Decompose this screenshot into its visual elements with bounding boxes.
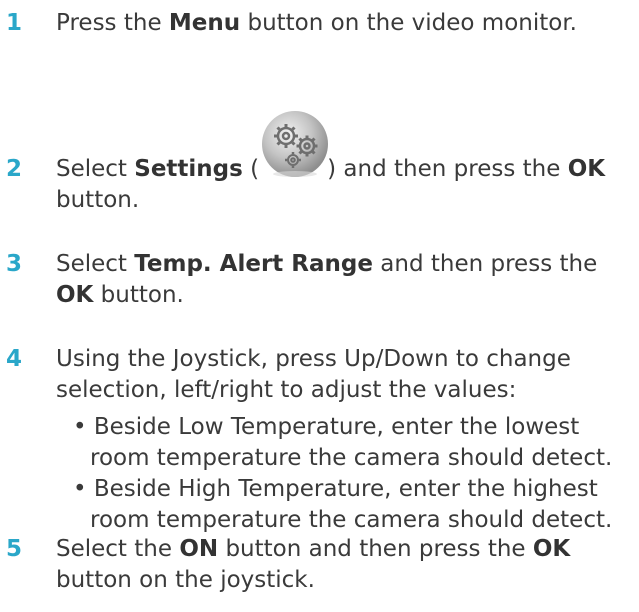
step-number: 5 <box>6 536 23 562</box>
step-text: Select Temp. Alert Range and then press … <box>56 251 598 308</box>
step-number: 3 <box>6 251 23 277</box>
ok-button-label: OK <box>56 282 94 308</box>
on-button-label: ON <box>179 536 219 562</box>
step-text: Using the Joystick, press Up/Down to cha… <box>56 344 639 536</box>
ok-button-label: OK <box>532 536 571 562</box>
step-text: Select the ON button and then press the … <box>56 536 571 593</box>
step-number: 4 <box>6 346 23 372</box>
settings-label: Settings <box>134 156 243 182</box>
settings-gear-icon <box>259 111 329 185</box>
bullet-list: • Beside Low Temperature, enter the lowe… <box>56 412 639 536</box>
step-number: 1 <box>6 10 23 36</box>
step-text: Select Settings () and then press the O… <box>56 111 639 216</box>
step-number: 2 <box>6 156 23 182</box>
menu-button-label: Menu <box>168 10 241 36</box>
bullet-item: • Beside High Temperature, enter the hig… <box>73 476 613 533</box>
ok-button-label: OK <box>567 156 606 182</box>
temp-alert-range-label: Temp. Alert Range <box>134 251 373 277</box>
bullet-item: • Beside Low Temperature, enter the lowe… <box>73 414 613 471</box>
step-text: Press the Menu button on the video monit… <box>56 10 577 36</box>
